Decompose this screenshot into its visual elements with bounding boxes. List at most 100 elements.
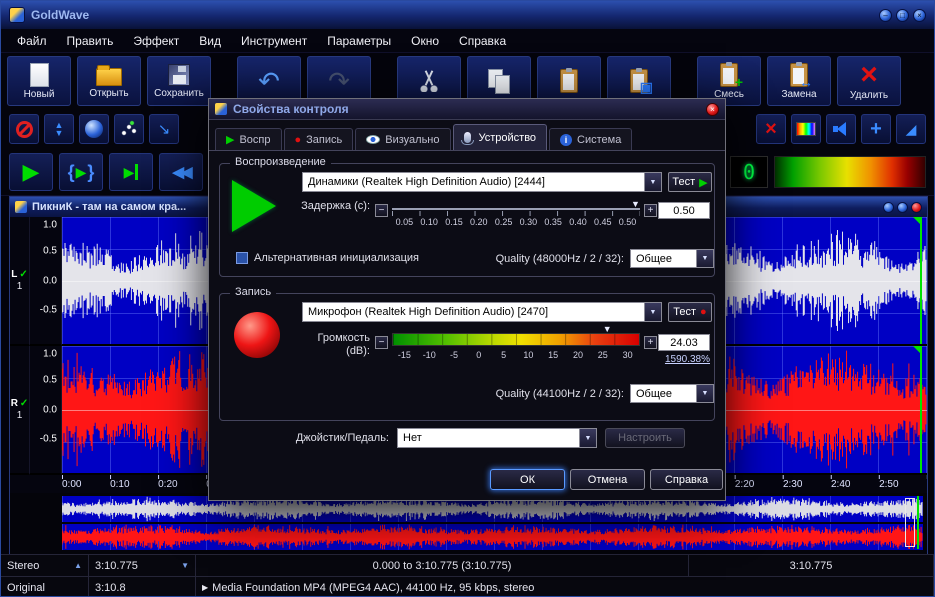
- left-amplitude-scale: 1.0 0.5 0.0 -0.5: [30, 217, 62, 346]
- overview-position-marker[interactable]: [905, 498, 915, 547]
- play-from-button[interactable]: ▶: [109, 153, 153, 191]
- play-button[interactable]: ▶: [9, 153, 53, 191]
- down-arrow-icon[interactable]: ▼: [181, 561, 189, 570]
- doc-minimize-button[interactable]: [883, 201, 894, 213]
- rewind-button[interactable]: ◀◀: [159, 153, 203, 191]
- tick-label: 0.25: [494, 217, 513, 227]
- big-record-icon: [234, 312, 280, 358]
- playback-quality-select[interactable]: Общее ▼: [630, 249, 714, 268]
- volume-value-box[interactable]: 24.03: [658, 334, 710, 351]
- volume-button[interactable]: [826, 114, 856, 144]
- menu-item[interactable]: Справка: [449, 32, 516, 50]
- tab-visual[interactable]: Визуально: [355, 128, 451, 150]
- original-length-cell: 3:10.8: [89, 577, 196, 596]
- rainbow-icon: [796, 122, 816, 136]
- record-quality-select[interactable]: Общее ▼: [630, 384, 714, 403]
- expander-button[interactable]: ▲ ▼: [44, 114, 74, 144]
- tick-label: 0.40: [569, 217, 587, 227]
- playback-device-select[interactable]: Динамики (Realtek High Definition Audio)…: [302, 172, 662, 192]
- microphone-icon: [460, 132, 474, 145]
- original-cell[interactable]: Original: [1, 577, 89, 596]
- menu-item[interactable]: Вид: [189, 32, 231, 50]
- copy-icon: [488, 69, 510, 94]
- spectrum-filter-button[interactable]: [791, 114, 821, 144]
- menu-item[interactable]: Окно: [401, 32, 449, 50]
- volume-decrease-button[interactable]: −: [375, 336, 388, 349]
- playback-group: Воспроизведение Динамики (Realtek High D…: [219, 156, 715, 277]
- cancel-effect-button[interactable]: ×: [756, 114, 786, 144]
- chevron-down-icon[interactable]: ▼: [696, 385, 713, 402]
- volume-slider[interactable]: ▼: [392, 324, 640, 346]
- noise-button[interactable]: [114, 114, 144, 144]
- selection-end-marker[interactable]: [913, 217, 922, 344]
- channel-mode-cell[interactable]: Stereo ▲: [1, 555, 89, 576]
- open-button[interactable]: Открыть: [77, 56, 141, 106]
- timeline-label: 2:50: [879, 479, 899, 490]
- record-device-select[interactable]: Микрофон (Realtek High Definition Audio)…: [302, 302, 662, 322]
- dialog-titlebar[interactable]: Свойства контроля ×: [209, 99, 725, 120]
- app-icon: [9, 7, 25, 23]
- delete-x-icon: ×: [860, 57, 878, 91]
- help-button[interactable]: Справка: [650, 469, 723, 490]
- delay-slider[interactable]: ▼: [392, 199, 640, 216]
- delete-button[interactable]: × Удалить: [837, 56, 901, 106]
- paste-new-icon: ▣: [630, 68, 653, 95]
- delay-decrease-button[interactable]: −: [375, 204, 388, 217]
- menu-item[interactable]: Править: [57, 32, 124, 50]
- menu-item[interactable]: Эффект: [123, 32, 189, 50]
- scissors-icon: [418, 70, 440, 92]
- delay-increase-button[interactable]: +: [644, 204, 657, 217]
- slider-thumb-icon[interactable]: ▼: [603, 324, 612, 334]
- menu-item[interactable]: Инструмент: [231, 32, 317, 50]
- length-cell[interactable]: 3:10.775 ▼: [89, 555, 196, 576]
- alt-init-checkbox[interactable]: [236, 252, 248, 264]
- prohibition-icon: [15, 120, 33, 138]
- format-cell: ▶ Media Foundation MP4 (MPEG4 AAC), 4410…: [196, 577, 934, 596]
- tab-system[interactable]: i Система: [549, 128, 633, 150]
- volume-percent-link[interactable]: 1590.38%: [650, 354, 710, 365]
- save-button[interactable]: Сохранить: [147, 56, 211, 106]
- doc-maximize-button[interactable]: [897, 201, 908, 213]
- overview-strip[interactable]: [10, 493, 927, 555]
- tab-record[interactable]: ● Запись: [283, 128, 354, 150]
- dialog-close-button[interactable]: ×: [706, 102, 719, 116]
- chevron-down-icon[interactable]: ▼: [579, 429, 596, 447]
- cancel-button[interactable]: Отмена: [570, 469, 645, 490]
- menu-item[interactable]: Параметры: [317, 32, 401, 50]
- close-button[interactable]: ×: [913, 8, 926, 22]
- overview-end-marker: [917, 496, 919, 549]
- pitch-button[interactable]: ↘: [149, 114, 179, 144]
- selection-end-marker[interactable]: [913, 346, 922, 473]
- slider-thumb-icon[interactable]: ▼: [631, 199, 640, 209]
- joystick-label: Джойстик/Педаль:: [295, 432, 389, 444]
- volume-increase-button[interactable]: +: [644, 336, 657, 349]
- insert-button[interactable]: +: [861, 114, 891, 144]
- chevron-down-icon[interactable]: ▼: [644, 173, 661, 191]
- new-button[interactable]: Новый: [7, 56, 71, 106]
- delay-value-box[interactable]: 0.50: [658, 202, 710, 219]
- ok-button[interactable]: ОК: [490, 469, 565, 490]
- alt-init-label[interactable]: Альтернативная инициализация: [254, 252, 444, 265]
- chevron-down-icon[interactable]: ▼: [644, 303, 661, 321]
- right-channel-selector[interactable]: R ✓ 1: [10, 346, 30, 475]
- doc-close-button[interactable]: [911, 201, 922, 213]
- playback-test-button[interactable]: Тест ▶: [668, 172, 712, 192]
- app-title: GoldWave: [31, 8, 90, 22]
- up-arrow-icon[interactable]: ▲: [74, 561, 82, 570]
- minimize-button[interactable]: –: [879, 8, 892, 22]
- joystick-select[interactable]: Нет ▼: [397, 428, 597, 448]
- play-selection-button[interactable]: {▶}: [59, 153, 103, 191]
- left-channel-selector[interactable]: L ✓ 1: [10, 217, 30, 346]
- tab-playback[interactable]: ▶ Воспр: [215, 128, 282, 150]
- replace-button[interactable]: ↔ Замена: [767, 56, 831, 106]
- chevron-down-icon[interactable]: ▼: [696, 250, 713, 267]
- record-test-button[interactable]: Тест ●: [668, 302, 712, 322]
- disable-button[interactable]: [9, 114, 39, 144]
- menu-item[interactable]: Файл: [7, 32, 57, 50]
- fade-button[interactable]: ◢: [896, 114, 926, 144]
- maximize-button[interactable]: □: [896, 8, 909, 22]
- tick-label: 0.35: [544, 217, 562, 227]
- document-title: ПикниК - там на самом кра...: [32, 201, 187, 213]
- tab-device[interactable]: Устройство: [452, 124, 548, 150]
- effect-orb-button[interactable]: [79, 114, 109, 144]
